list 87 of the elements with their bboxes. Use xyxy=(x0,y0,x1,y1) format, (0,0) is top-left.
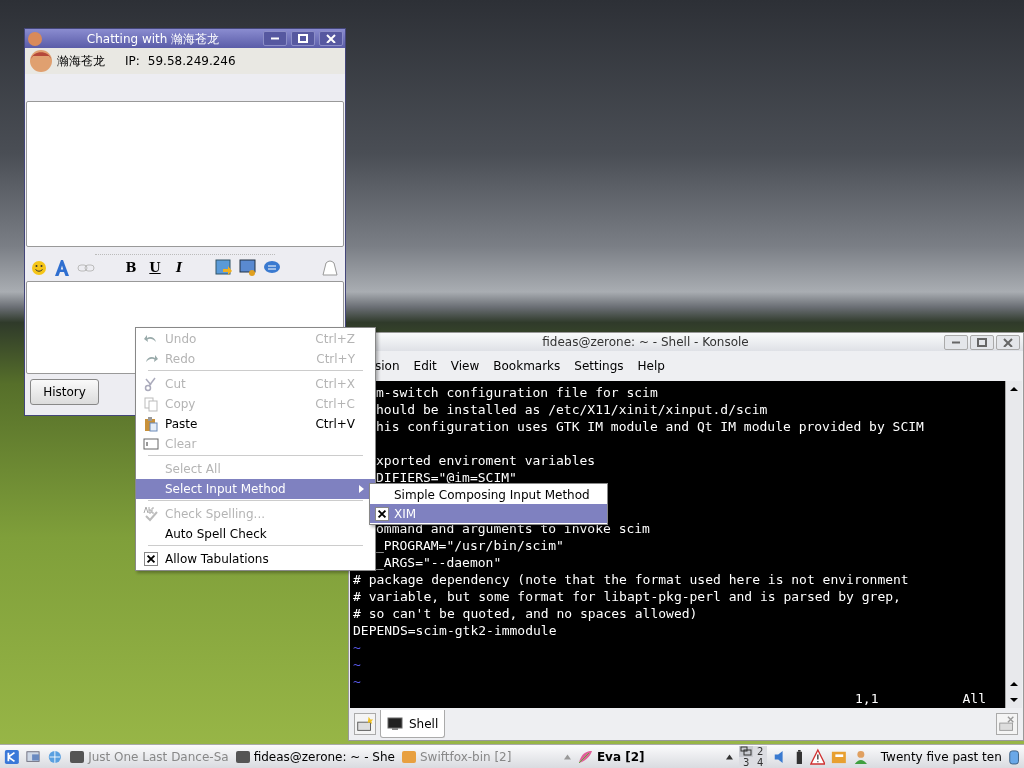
avatar-icon xyxy=(27,30,43,47)
pager-desktop[interactable]: 4 xyxy=(753,756,768,768)
monitor-icon xyxy=(387,716,403,731)
terminal-line: _ARGS="--daemon" xyxy=(375,554,502,571)
app-icon xyxy=(234,748,251,765)
pager-desktop[interactable]: 3 xyxy=(739,756,754,768)
menu-bar-item[interactable]: Edit xyxy=(413,357,437,375)
copy-icon xyxy=(143,396,159,412)
minimize-icon xyxy=(270,37,280,40)
pager-desktop[interactable] xyxy=(739,745,754,757)
menu-item[interactable]: Paste Ctrl+V xyxy=(136,414,375,434)
terminal-line: DEPENDS=scim-gtk2-immodule xyxy=(352,622,557,639)
maximize-button[interactable] xyxy=(291,31,315,46)
menu-item[interactable]: Auto Spell Check xyxy=(136,524,375,544)
taskbar-button[interactable]: fideas@zerone: ~ - She xyxy=(234,747,395,766)
battery-icon[interactable] xyxy=(794,747,804,766)
warning-icon[interactable] xyxy=(809,747,826,766)
app-icon xyxy=(400,748,417,765)
close-button[interactable] xyxy=(996,334,1020,350)
ip-address: 59.58.249.246 xyxy=(147,53,236,70)
text-box-icon xyxy=(143,436,159,452)
terminal-line: xported enviroment variables xyxy=(375,452,596,469)
bell-icon[interactable] xyxy=(321,259,339,277)
menu-bar-item[interactable]: Bookmarks xyxy=(493,357,561,375)
terminal-line: m-switch configuration file for scim xyxy=(375,384,658,401)
minimize-icon xyxy=(951,340,961,344)
terminal-line: # so can't be quoted, and no spaces allowed) xyxy=(352,605,698,622)
chat-bubble-icon[interactable] xyxy=(263,260,281,276)
clipboard-icon xyxy=(143,416,159,432)
close-icon xyxy=(326,34,336,43)
scroll-position: All xyxy=(962,690,986,707)
pager-desktop[interactable]: 2 xyxy=(753,745,768,757)
menu-item[interactable]: Allow Tabulations xyxy=(136,549,375,569)
minimize-button[interactable] xyxy=(263,31,287,46)
image-send-icon[interactable] xyxy=(215,259,233,277)
terminal-tab[interactable]: Shell xyxy=(380,710,446,738)
close-button[interactable] xyxy=(319,31,343,46)
terminal-line: ~ xyxy=(352,639,361,656)
menu-item[interactable]: Select Input Method xyxy=(136,479,375,499)
menu-bar-item[interactable]: View xyxy=(450,357,480,375)
maximize-icon xyxy=(977,337,987,347)
close-icon xyxy=(1003,337,1013,347)
font-icon[interactable] xyxy=(53,259,71,277)
shortcut-label: Ctrl+C xyxy=(315,396,355,413)
menu-bar-item[interactable]: Settings xyxy=(574,357,624,375)
window-title: Chatting with 瀚海苍龙 xyxy=(85,30,221,48)
expand-arrow-icon[interactable] xyxy=(726,753,734,760)
taskbar-button[interactable]: Eva [2] xyxy=(576,747,665,766)
terminal-line: # variable, but some format for libapt-pkg-perl and is parsed by grep, xyxy=(352,588,901,605)
shortcut-label: Ctrl+V xyxy=(315,416,355,433)
trash-icon[interactable] xyxy=(1007,747,1021,766)
menu-bar-item[interactable]: Help xyxy=(637,357,665,375)
maximize-button[interactable] xyxy=(970,334,994,350)
scrollbar[interactable] xyxy=(1005,381,1022,708)
smiley-icon[interactable] xyxy=(31,260,47,276)
close-tab-icon[interactable] xyxy=(996,713,1018,735)
shortcut-label: Ctrl+Y xyxy=(316,351,355,368)
window-thumbnail-icon xyxy=(740,745,753,756)
terminal-line: ommand and arguments to invoke scim xyxy=(375,520,650,537)
terminal-line: ~ xyxy=(352,656,361,673)
ip-label: IP: xyxy=(125,53,140,70)
shortcut-label: Ctrl+Z xyxy=(315,331,355,348)
spell-check-icon xyxy=(143,506,159,522)
maximize-icon xyxy=(298,34,308,43)
avatar-icon xyxy=(29,49,53,73)
terminal-line: DIFIERS="@im=SCIM" xyxy=(375,469,517,486)
contact-name: 瀚海苍龙 xyxy=(57,53,105,70)
menu-item[interactable]: XIM xyxy=(370,504,607,523)
feather-icon xyxy=(576,748,593,765)
shortcut-label: Ctrl+X xyxy=(315,376,355,393)
cursor-position: 1,1 xyxy=(855,690,879,707)
clock-text[interactable]: Twenty five past ten xyxy=(880,747,1002,766)
terminal-line: ~ xyxy=(352,673,361,690)
submenu-arrow-icon xyxy=(359,485,365,493)
terminal-line: _PROGRAM="/usr/bin/scim" xyxy=(375,537,564,554)
minimize-button[interactable] xyxy=(944,334,968,350)
format-button[interactable]: B xyxy=(123,258,139,278)
menu-bar-item[interactable]: sion xyxy=(375,357,400,375)
scissors-icon xyxy=(143,376,159,392)
format-button[interactable]: I xyxy=(171,258,187,278)
app-icon xyxy=(69,748,86,765)
format-button[interactable]: U xyxy=(147,258,163,278)
start-menu-icon[interactable] xyxy=(4,747,20,766)
history-button[interactable]: History xyxy=(30,379,99,405)
screen-capture-icon[interactable] xyxy=(239,259,257,277)
terminal-line: # package dependency (note that the format used here is not environment xyxy=(352,571,909,588)
new-tab-icon[interactable] xyxy=(354,713,376,735)
